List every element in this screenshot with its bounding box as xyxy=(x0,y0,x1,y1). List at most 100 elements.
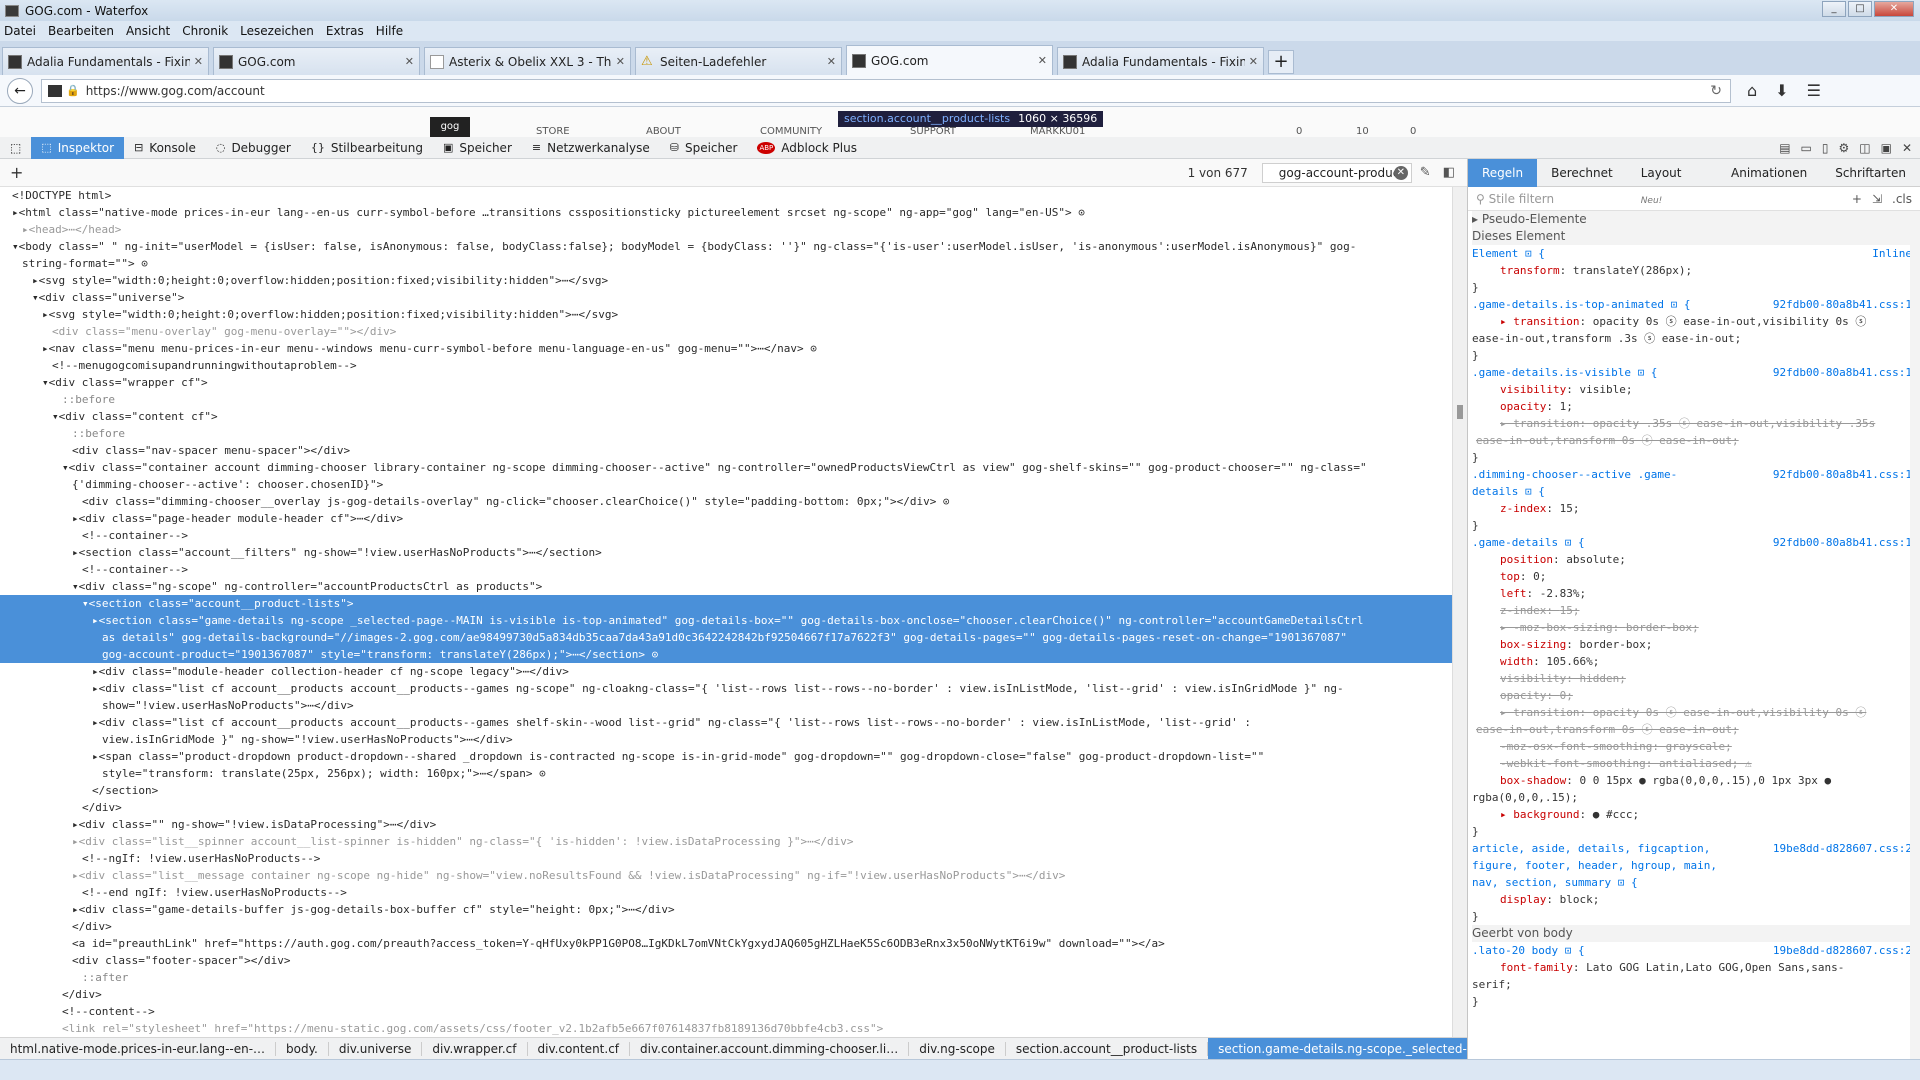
close-devtools-icon[interactable]: ✕ xyxy=(1902,141,1912,155)
markup-line[interactable]: <div class="dimming-chooser__overlay js-… xyxy=(0,493,1452,510)
markup-line[interactable]: ▸<nav class="menu menu-prices-in-eur men… xyxy=(0,340,1452,357)
new-tab-button[interactable]: + xyxy=(1268,50,1294,74)
rules-scrollbar[interactable] xyxy=(1910,211,1920,1059)
markup-line[interactable]: <a id="preauthLink" href="https://auth.g… xyxy=(0,935,1452,952)
browser-tab[interactable]: ⚠ Seiten-Ladefehler ✕ xyxy=(635,47,842,75)
devtools-tab-4[interactable]: ▣ Speicher xyxy=(433,137,522,159)
breadcrumb-item[interactable]: html.native-mode.prices-in-eur.lang--en-… xyxy=(0,1041,277,1056)
markup-line[interactable]: ▾<div class="ng-scope" ng-controller="ac… xyxy=(0,578,1452,595)
css-declaration[interactable]: position: absolute; xyxy=(1472,551,1920,568)
rule-selector[interactable]: 92fdb00-80a8b41.css:1 .game-details.is-to… xyxy=(1472,296,1920,313)
markup-line[interactable]: {'dimming-chooser--active': chooser.chos… xyxy=(0,476,1452,493)
markup-line[interactable]: ▾<div class="wrapper cf"> xyxy=(0,374,1452,391)
sidebar-tab-animationen[interactable]: Animationen xyxy=(1717,159,1821,187)
markup-line[interactable]: </div> xyxy=(0,986,1452,1003)
url-bar[interactable]: 🔒 https://www.gog.com/account ↻ xyxy=(41,78,1731,103)
markup-line[interactable]: <div class="nav-spacer menu-spacer"></di… xyxy=(0,442,1452,459)
markup-line[interactable]: ▸<div class="list cf account__products a… xyxy=(0,680,1452,697)
style-filter-input[interactable]: Stile filtern xyxy=(1489,192,1555,206)
rule-source-link[interactable]: 19be8dd-d828607.css:2 xyxy=(1773,942,1912,959)
css-declaration[interactable]: width: 105.66%; xyxy=(1472,653,1920,670)
minimize-button[interactable]: _ xyxy=(1822,1,1846,17)
menu-item-hilfe[interactable]: Hilfe xyxy=(376,24,403,38)
markup-line[interactable]: show="!view.userHasNoProducts">⋯</div> xyxy=(0,697,1452,714)
browser-tab[interactable]: Adalia Fundamentals - Fixing G ✕ xyxy=(2,47,209,75)
devtools-tab-7[interactable]: ABP Adblock Plus xyxy=(747,137,867,159)
browser-tab[interactable]: GOG.com ✕ xyxy=(846,45,1053,75)
css-declaration[interactable]: ▸ transition: opacity 0s ⓢ ease-in-out,v… xyxy=(1472,313,1920,330)
markup-line[interactable]: <div class="menu-overlay" gog-menu-overl… xyxy=(0,323,1452,340)
page-nav-community[interactable]: COMMUNITY xyxy=(760,126,822,137)
responsive-icon[interactable]: ▭ xyxy=(1801,141,1812,155)
markup-line[interactable]: ▸<div class="module-header collection-he… xyxy=(0,663,1452,680)
markup-line[interactable]: ▸<html class="native-mode prices-in-eur … xyxy=(0,204,1452,221)
toggle-sidebar-icon[interactable]: ◧ xyxy=(1443,165,1455,180)
home-icon[interactable]: ⌂ xyxy=(1747,81,1757,100)
markup-line[interactable]: <!--menugogcomisupandrunningwithoutaprob… xyxy=(0,357,1452,374)
page-nav-about[interactable]: ABOUT xyxy=(646,126,681,137)
browser-tab[interactable]: GOG.com ✕ xyxy=(213,47,420,75)
markup-line[interactable]: </div> xyxy=(0,918,1452,935)
markup-line[interactable]: ▸<div class="list__message container ng-… xyxy=(0,867,1452,884)
menu-item-extras[interactable]: Extras xyxy=(326,24,364,38)
sidebar-tab-layout[interactable]: Layout Neu! xyxy=(1627,159,1717,206)
rule-source-link[interactable]: 92fdb00-80a8b41.css:1 xyxy=(1773,534,1912,551)
markup-line[interactable]: ::before xyxy=(0,391,1452,408)
rule-source-link[interactable]: 19be8dd-d828607.css:2 xyxy=(1773,840,1912,857)
markup-line[interactable]: ▾<section class="account__product-lists"… xyxy=(0,595,1452,612)
rule-source-link[interactable]: Inline xyxy=(1872,245,1912,262)
markup-line[interactable]: ▸<div class="list cf account__products a… xyxy=(0,714,1452,731)
breadcrumb-item[interactable]: div.universe xyxy=(329,1041,423,1056)
markup-line[interactable]: <div class="footer-spacer"></div> xyxy=(0,952,1452,969)
css-declaration[interactable]: ▸ background: ● #ccc; xyxy=(1472,806,1920,823)
rules-list[interactable]: ▸ Pseudo-Elemente Dieses Element Inline Ele… xyxy=(1468,211,1920,1051)
scrollbar-thumb[interactable] xyxy=(1457,405,1463,419)
css-declaration[interactable]: font-family: Lato GOG Latin,Lato GOG,Ope… xyxy=(1472,959,1920,976)
browser-tab[interactable]: Adalia Fundamentals - Fixing G ✕ xyxy=(1057,47,1264,75)
markup-line[interactable]: ▸<span class="product-dropdown product-d… xyxy=(0,748,1452,765)
css-declaration[interactable]: ▸ -moz-box-sizing: border-box; xyxy=(1472,619,1920,636)
markup-line[interactable]: ▸<div class="list__spinner account__list… xyxy=(0,833,1452,850)
css-declaration[interactable]: display: block; xyxy=(1472,891,1920,908)
eyedropper-icon[interactable]: ✎ xyxy=(1420,165,1431,180)
css-declaration[interactable]: opacity: 0; xyxy=(1472,687,1920,704)
settings-icon[interactable]: ⚙ xyxy=(1838,141,1849,155)
markup-line[interactable]: ▾<div class="content cf"> xyxy=(0,408,1452,425)
page-nav-cart-count[interactable]: 0 xyxy=(1296,126,1302,137)
markup-line[interactable]: <!DOCTYPE html> xyxy=(0,187,1452,204)
breadcrumb-item[interactable]: div.wrapper.cf xyxy=(422,1041,528,1056)
css-declaration[interactable]: visibility: hidden; xyxy=(1472,670,1920,687)
markup-line[interactable]: ▸<section class="account__filters" ng-sh… xyxy=(0,544,1452,561)
markup-scrollbar[interactable] xyxy=(1452,187,1467,1037)
dock-side-icon[interactable]: ▣ xyxy=(1881,141,1892,155)
css-declaration[interactable]: ▸ transition: opacity 0s ⓢ ease-in-out,v… xyxy=(1472,704,1920,721)
markup-line[interactable]: gog-account-product="1901367087" style="… xyxy=(0,646,1452,663)
css-declaration[interactable]: left: -2.83%; xyxy=(1472,585,1920,602)
page-nav-support[interactable]: SUPPORT xyxy=(910,126,956,137)
rule-selector[interactable]: details ⊡ { xyxy=(1472,483,1920,500)
menu-item-ansicht[interactable]: Ansicht xyxy=(126,24,170,38)
markup-line[interactable]: style="transform: translate(25px, 256px)… xyxy=(0,765,1452,782)
markup-line[interactable]: <link rel="stylesheet" href="https://men… xyxy=(0,1020,1452,1037)
class-toggle-button[interactable]: .cls xyxy=(1892,192,1912,206)
markup-line[interactable]: ▸<div class="" ng-show="!view.isDataProc… xyxy=(0,816,1452,833)
css-declaration[interactable]: visibility: visible; xyxy=(1472,381,1920,398)
rule-source-link[interactable]: 92fdb00-80a8b41.css:1 xyxy=(1773,364,1912,381)
markup-line[interactable]: <!--ngIf: !view.userHasNoProducts--> xyxy=(0,850,1452,867)
rule-source-link[interactable]: 92fdb00-80a8b41.css:1 xyxy=(1773,296,1912,313)
devtools-tab-2[interactable]: ◌ Debugger xyxy=(206,137,301,159)
dock-icon[interactable]: ▯ xyxy=(1822,141,1829,155)
download-icon[interactable]: ⬇ xyxy=(1775,81,1788,100)
breadcrumb-item[interactable]: div.container.account.dimming-chooser.li… xyxy=(630,1041,910,1056)
markup-line[interactable]: ▸<svg style="width:0;height:0;overflow:h… xyxy=(0,272,1452,289)
devtools-tab-3[interactable]: {} Stilbearbeitung xyxy=(301,137,433,159)
menu-item-bearbeiten[interactable]: Bearbeiten xyxy=(48,24,114,38)
add-rule-button[interactable]: + xyxy=(1852,192,1862,206)
tab-close-icon[interactable]: ✕ xyxy=(194,55,203,68)
rule-selector[interactable]: nav, section, summary ⊡ { xyxy=(1472,874,1920,891)
css-declaration[interactable]: -moz-osx-font-smoothing: grayscale; xyxy=(1472,738,1920,755)
devtools-tab-0[interactable]: ⬚ Inspektor xyxy=(31,136,125,159)
breadcrumb-item[interactable]: div.content.cf xyxy=(528,1041,631,1056)
close-button[interactable]: ✕ xyxy=(1874,1,1914,17)
markup-line[interactable]: ▸<div class="page-header module-header c… xyxy=(0,510,1452,527)
